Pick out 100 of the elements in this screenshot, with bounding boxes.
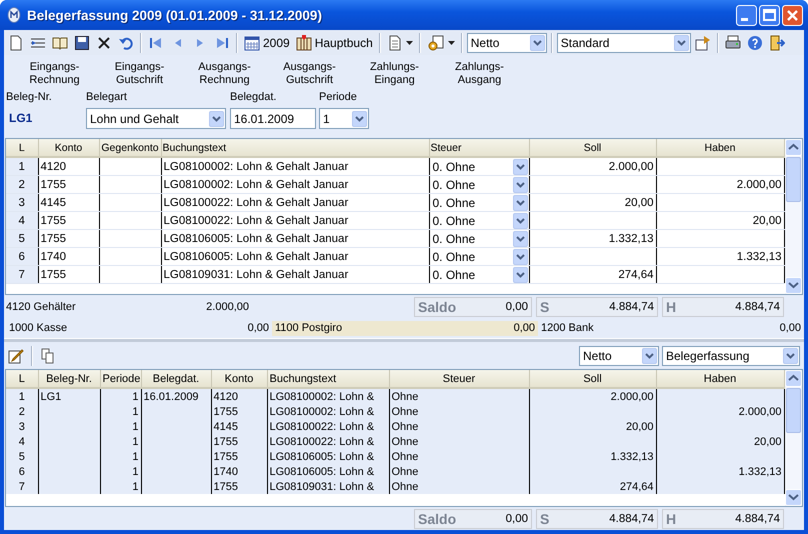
scroll-thumb[interactable]: [786, 157, 801, 202]
column-header[interactable]: Haben: [656, 370, 784, 388]
document-type-button[interactable]: Ausgangs-Rechnung: [182, 57, 267, 91]
column-header[interactable]: Buchungstext: [161, 139, 429, 157]
column-header[interactable]: Konto: [38, 139, 99, 157]
scroll-thumb[interactable]: [786, 388, 801, 433]
total-value: 4.884,74: [609, 301, 654, 313]
column-header[interactable]: Soll: [529, 139, 656, 157]
row-number: 1: [18, 390, 25, 402]
tax-dropdown[interactable]: 0. Ohne: [430, 230, 528, 246]
app-icon: [7, 7, 21, 23]
scroll-down-button[interactable]: [785, 277, 802, 294]
row-number: 3: [18, 420, 25, 432]
table-cell: Ohne: [392, 436, 418, 448]
tax-dropdown[interactable]: 0. Ohne: [430, 266, 528, 282]
column-header[interactable]: Gegenkonto: [99, 139, 161, 157]
tax-dropdown[interactable]: 0. Ohne: [430, 212, 528, 228]
row-number: 6: [18, 250, 25, 262]
tax-dropdown[interactable]: 0. Ohne: [430, 194, 528, 210]
table-cell: 4145: [214, 420, 238, 432]
mode-dropdown[interactable]: Netto: [579, 346, 659, 366]
table-cell: Ohne: [392, 466, 418, 478]
column-header[interactable]: Buchungstext: [267, 370, 389, 388]
total-value: 0,00: [506, 301, 528, 313]
table-cell: 1755: [214, 450, 238, 462]
close-button[interactable]: [782, 4, 803, 26]
tax-dropdown[interactable]: 0. Ohne: [430, 248, 528, 264]
table-cell: LG08109031: Lohn &: [270, 480, 374, 492]
document-type-button[interactable]: Ausgangs-Gutschrift: [267, 57, 352, 91]
table-cell: LG08100022: Lohn &: [270, 420, 374, 432]
table-cell: 20,00: [626, 420, 654, 432]
total-value: 4.884,74: [735, 301, 780, 313]
table-cell: 1.332,13: [738, 466, 782, 478]
minimize-button[interactable]: [736, 4, 757, 26]
edit-icon: [8, 348, 24, 364]
table-cell: 1: [132, 480, 138, 492]
row-number: 3: [18, 196, 25, 208]
save-icon: [74, 34, 90, 50]
column-header[interactable]: Konto: [211, 370, 267, 388]
table-cell: 1755: [214, 480, 238, 492]
row-number: 2: [18, 406, 25, 418]
total-label: Saldo: [418, 299, 456, 315]
row-number: 2: [18, 178, 25, 190]
table-cell: 1: [132, 406, 138, 418]
tax-dropdown[interactable]: 0. Ohne: [430, 176, 528, 192]
account-balance-row[interactable]: 1100 Postgiro 0,00: [272, 320, 538, 336]
column-header[interactable]: Periode: [100, 370, 141, 388]
table-cell: 1740: [214, 466, 238, 478]
document-type-button[interactable]: Eingangs-Rechnung: [12, 57, 97, 91]
total-label: Saldo: [418, 510, 456, 526]
tax-dropdown[interactable]: 0. Ohne: [430, 158, 528, 175]
layout-settings-icon: [694, 34, 711, 50]
account-label: 1000 Kasse: [9, 322, 68, 334]
scrollbar[interactable]: [785, 139, 802, 294]
table-cell: LG08100022: Lohn & Gehalt Januar: [164, 196, 348, 208]
scrollbar[interactable]: [785, 370, 802, 506]
row-number: 7: [18, 268, 25, 280]
total-label: H: [666, 510, 676, 526]
table-cell: 2.000,00: [736, 178, 782, 190]
maximize-button[interactable]: [759, 4, 780, 26]
scroll-down-button[interactable]: [785, 489, 802, 506]
table-cell: 2.000,00: [738, 406, 782, 418]
document-type-button[interactable]: Zahlungs-Eingang: [352, 57, 437, 91]
column-header[interactable]: Haben: [656, 139, 784, 157]
column-header[interactable]: Steuer: [389, 370, 529, 388]
document-type-dropdown[interactable]: Lohn und Gehalt: [86, 108, 226, 129]
row-number: 5: [18, 232, 25, 244]
table-cell: 2.000,00: [608, 160, 654, 172]
table-cell: LG08100022: Lohn & Gehalt Januar: [164, 214, 348, 226]
table-cell: 2.000,00: [610, 390, 654, 402]
document-type-button[interactable]: Eingangs-Gutschrift: [97, 57, 182, 91]
column-header[interactable]: Belegdat.: [141, 370, 211, 388]
table-cell: 1.332,13: [608, 232, 654, 244]
caret-icon: [406, 40, 413, 44]
table-cell: 16.01.2009: [144, 390, 199, 402]
table-cell: 1: [132, 466, 138, 478]
column-header[interactable]: Beleg-Nr.: [38, 370, 100, 388]
year-button[interactable]: 2009: [242, 32, 292, 52]
column-header[interactable]: L: [6, 370, 38, 388]
date-field[interactable]: 16.01.2009: [230, 108, 316, 129]
scroll-up-button[interactable]: [785, 370, 802, 387]
table-cell: 1: [132, 390, 138, 402]
document-number: LG1: [8, 110, 34, 125]
delete-icon: [96, 34, 112, 50]
ledger-button[interactable]: Hauptbuch: [294, 32, 375, 52]
layout-dropdown[interactable]: Standard: [556, 32, 691, 52]
table-cell: 1: [132, 436, 138, 448]
view-dropdown[interactable]: Belegerfassung: [662, 346, 800, 366]
total-value: 0,00: [506, 512, 528, 524]
copy-icon: [40, 348, 56, 364]
column-header[interactable]: L: [6, 139, 38, 157]
table-cell: 1: [132, 450, 138, 462]
table-cell: LG08106005: Lohn &: [270, 466, 374, 478]
mode-dropdown[interactable]: Netto: [466, 32, 547, 52]
column-header[interactable]: Soll: [529, 370, 656, 388]
period-dropdown[interactable]: 1: [319, 108, 369, 129]
column-header[interactable]: Steuer: [429, 139, 529, 157]
table-cell: LG1: [40, 390, 62, 402]
document-type-button[interactable]: Zahlungs-Ausgang: [437, 57, 522, 91]
scroll-up-button[interactable]: [785, 139, 802, 156]
